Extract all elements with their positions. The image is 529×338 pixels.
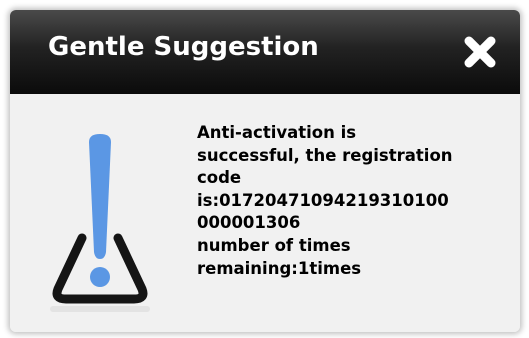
dialog-title: Gentle Suggestion [48, 32, 319, 62]
message-line: remaining:1times [197, 258, 362, 278]
message-line: successful, the registration [197, 145, 453, 165]
close-button[interactable] [460, 32, 500, 72]
message-line: code [197, 168, 242, 188]
message-line: number of times [197, 235, 351, 255]
dialog-titlebar: Gentle Suggestion [10, 10, 520, 94]
message-line: is:01720471094219310100 [197, 190, 449, 210]
dialog-content: Anti-activation is successful, the regis… [10, 94, 520, 332]
dialog-message: Anti-activation is successful, the regis… [197, 122, 517, 280]
message-line: 000001306 [197, 213, 301, 233]
gentle-suggestion-dialog: Gentle Suggestion Anti-activation is suc… [10, 10, 520, 332]
close-x-icon [464, 36, 496, 68]
message-line: Anti-activation is [197, 123, 357, 142]
warning-exclamation-icon [50, 134, 150, 312]
